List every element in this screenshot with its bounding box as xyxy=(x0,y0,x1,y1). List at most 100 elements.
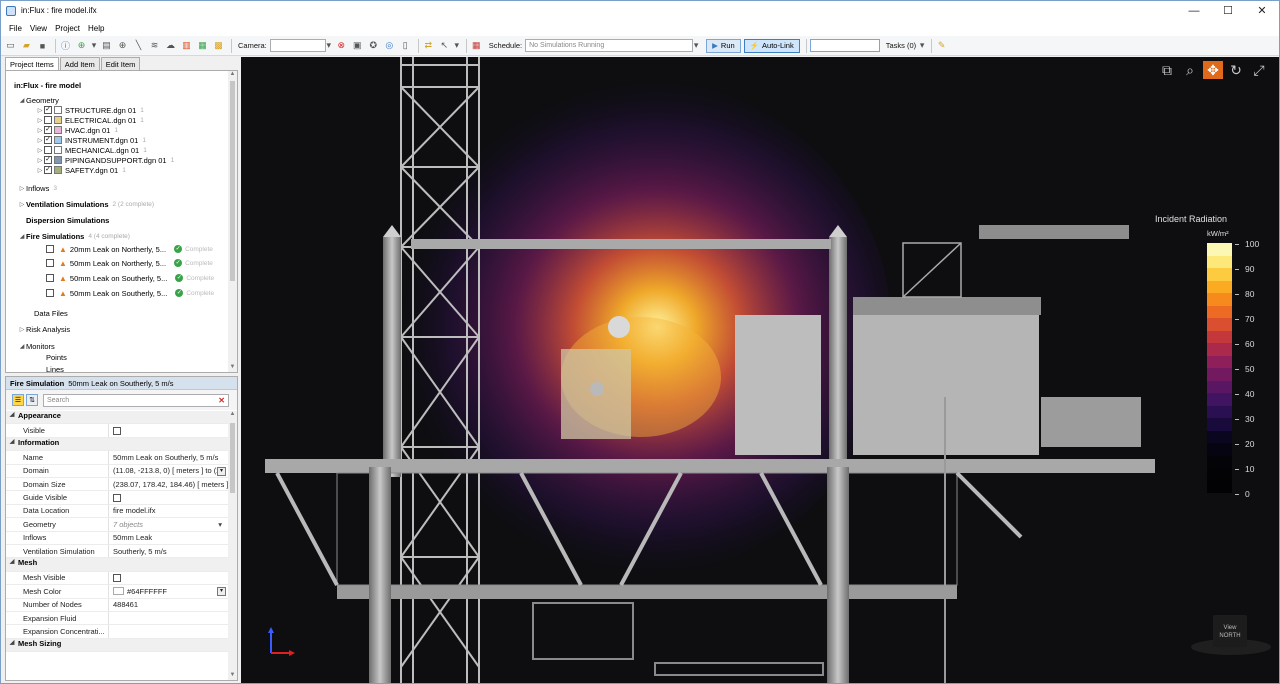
visibility-checkbox[interactable] xyxy=(44,146,52,154)
collapsed-arrow-icon[interactable]: ▷ xyxy=(36,157,44,164)
calendar-icon[interactable]: ▦ xyxy=(470,39,483,52)
grid-icon[interactable]: ▩ xyxy=(212,39,225,52)
collapsed-arrow-icon[interactable]: ▷ xyxy=(36,137,44,144)
pencil-icon[interactable]: ✎ xyxy=(935,39,948,52)
menu-file[interactable]: File xyxy=(5,24,26,33)
collapsed-arrow-icon[interactable]: ▷ xyxy=(36,107,44,114)
property-value[interactable]: 488461 xyxy=(109,599,228,611)
dropdown-arrow-icon[interactable]: ▾ xyxy=(217,466,226,476)
expanded-arrow-icon[interactable]: ◢ xyxy=(6,639,18,651)
cloud-icon[interactable]: ☁ xyxy=(164,39,177,52)
property-row[interactable]: Mesh Visible xyxy=(6,571,228,586)
tree-geometry-item[interactable]: ▷ ✓ HVAC.dgn 01 1 xyxy=(36,125,118,135)
expanded-arrow-icon[interactable]: ◢ xyxy=(6,411,18,423)
target-icon[interactable]: ◎ xyxy=(383,39,396,52)
property-row[interactable]: Number of Nodes 488461 xyxy=(6,598,228,612)
collapsed-arrow-icon[interactable]: ▷ xyxy=(36,127,44,134)
line-tool-icon[interactable]: ╲ xyxy=(132,39,145,52)
expanded-arrow-icon[interactable]: ◢ xyxy=(6,438,18,450)
tree-inflows[interactable]: ▷ Inflows 3 xyxy=(18,183,57,193)
tree-lines[interactable]: Lines xyxy=(46,364,64,373)
visibility-checkbox[interactable] xyxy=(46,259,54,267)
tree-monitors[interactable]: ◢ Monitors xyxy=(18,341,55,351)
document-icon[interactable]: ▯ xyxy=(399,39,412,52)
expanded-arrow-icon[interactable]: ◢ xyxy=(18,233,26,240)
pointer-icon[interactable]: ↖ xyxy=(438,39,451,52)
run-button[interactable]: ▶ Run xyxy=(706,38,741,53)
scroll-down-icon[interactable]: ▼ xyxy=(229,672,236,680)
tree-geometry-item[interactable]: ▷ ELECTRICAL.dgn 01 1 xyxy=(36,115,144,125)
property-value[interactable] xyxy=(109,572,228,584)
tree-risk-analysis[interactable]: ▷ Risk Analysis xyxy=(18,324,71,334)
property-row[interactable]: Geometry 7 objects ▾ xyxy=(6,518,228,532)
tree-ventilation[interactable]: ▷ Ventilation Simulations 2 (2 complete) xyxy=(18,199,154,209)
save-icon[interactable]: ■ xyxy=(36,39,49,52)
tree-dispersion[interactable]: Dispersion Simulations xyxy=(26,215,109,225)
visibility-checkbox[interactable] xyxy=(46,245,54,253)
info-icon[interactable]: ⓘ xyxy=(59,39,72,52)
property-category[interactable]: ◢ Appearance xyxy=(6,411,228,425)
tab-add-item[interactable]: Add Item xyxy=(59,57,100,70)
pointer-dropdown-icon[interactable]: ▾ xyxy=(454,39,460,52)
visibility-checkbox[interactable]: ✓ xyxy=(44,136,52,144)
visibility-checkbox[interactable]: ✓ xyxy=(44,166,52,174)
menu-help[interactable]: Help xyxy=(84,24,108,33)
view-cube[interactable]: View NORTH xyxy=(1213,615,1247,647)
orbit-icon[interactable]: ✪ xyxy=(367,39,380,52)
camera-select[interactable] xyxy=(269,39,326,52)
property-row[interactable]: Visible xyxy=(6,424,228,438)
tree-geometry-item[interactable]: ▷ ✓ STRUCTURE.dgn 01 1 xyxy=(36,105,144,115)
property-category[interactable]: ◢ Mesh Sizing xyxy=(6,638,228,653)
property-row[interactable]: Mesh Color #64FFFFFF ▾ xyxy=(6,585,228,599)
tree-geometry[interactable]: ◢ Geometry xyxy=(18,95,59,105)
tree-fire-item[interactable]: ▲ 20mm Leak on Northerly, 5... ✓ Complete xyxy=(46,244,213,254)
tree-fire-item[interactable]: ▲ 50mm Leak on Northerly, 5... ✓ Complete xyxy=(46,258,213,268)
property-row[interactable]: Name 50mm Leak on Southerly, 5 m/s xyxy=(6,451,228,465)
property-checkbox[interactable] xyxy=(113,493,121,502)
camera-dropdown-icon[interactable]: ▾ xyxy=(326,39,332,52)
property-row[interactable]: Ventilation Simulation Southerly, 5 m/s xyxy=(6,545,228,559)
expanded-arrow-icon[interactable]: ◢ xyxy=(18,343,26,350)
property-row[interactable]: Domain (11.08, -213.8, 0) [ meters ] to (… xyxy=(6,464,228,478)
property-row[interactable]: Expansion Concentrati... xyxy=(6,625,228,639)
collapsed-arrow-icon[interactable]: ▷ xyxy=(18,326,26,333)
scroll-thumb[interactable] xyxy=(230,81,235,281)
property-row[interactable]: Inflows 50mm Leak xyxy=(6,531,228,545)
delete-camera-icon[interactable]: ⊗ xyxy=(335,39,348,52)
tasks-menu[interactable]: Tasks (0) xyxy=(886,41,916,50)
zoom-extents-icon[interactable]: ⧉ xyxy=(1157,61,1177,79)
property-value[interactable]: #64FFFFFF ▾ xyxy=(109,585,228,597)
tree-geometry-item[interactable]: ▷ MECHANICAL.dgn 01 1 xyxy=(36,145,147,155)
layers-icon[interactable]: ▤ xyxy=(100,39,113,52)
property-value[interactable]: 50mm Leak on Southerly, 5 m/s xyxy=(109,451,228,463)
chart-icon[interactable]: ▦ xyxy=(196,39,209,52)
menu-project[interactable]: Project xyxy=(51,24,84,33)
open-folder-icon[interactable]: ▰ xyxy=(20,39,33,52)
property-row[interactable]: Domain Size (238.07, 178.42, 184.46) [ me… xyxy=(6,478,228,492)
property-checkbox[interactable] xyxy=(113,426,121,435)
collapsed-arrow-icon[interactable]: ▷ xyxy=(18,185,26,192)
visibility-checkbox[interactable]: ✓ xyxy=(44,156,52,164)
property-row[interactable]: Data Location fire model.ifx xyxy=(6,504,228,519)
property-category[interactable]: ◢ Mesh xyxy=(6,558,228,572)
property-value[interactable]: (11.08, -213.8, 0) [ meters ] to (2 ▾ xyxy=(109,465,228,477)
tasks-dropdown-icon[interactable]: ▾ xyxy=(919,39,925,52)
property-value[interactable]: (238.07, 178.42, 184.46) [ meters ] xyxy=(109,478,228,490)
transform-icon[interactable]: ⇄ xyxy=(422,39,435,52)
tree-geometry-item[interactable]: ▷ ✓ SAFETY.dgn 01 1 xyxy=(36,165,126,175)
property-category[interactable]: ◢ Information xyxy=(6,437,228,452)
collapsed-arrow-icon[interactable]: ▷ xyxy=(36,167,44,174)
tab-edit-item[interactable]: Edit Item xyxy=(100,57,141,70)
collapsed-arrow-icon[interactable]: ▷ xyxy=(18,201,26,208)
property-search-input[interactable]: Search ✕ xyxy=(43,393,229,407)
property-checkbox[interactable] xyxy=(113,573,121,582)
collapsed-arrow-icon[interactable]: ▷ xyxy=(36,117,44,124)
minimize-button[interactable]: — xyxy=(1177,1,1211,20)
camera-icon[interactable]: ▣ xyxy=(351,39,364,52)
flow-icon[interactable]: ≋ xyxy=(148,39,161,52)
3d-viewport[interactable]: ⧉ ⌕ ✥ ↻ ⤢ Incident Radiation kW/m² 100 90… xyxy=(241,57,1279,683)
property-value[interactable]: 50mm Leak xyxy=(109,532,228,544)
property-value[interactable]: 7 objects ▾ xyxy=(109,518,228,530)
properties-scrollbar[interactable]: ▲ ▼ xyxy=(228,411,237,680)
property-value[interactable] xyxy=(109,424,228,436)
